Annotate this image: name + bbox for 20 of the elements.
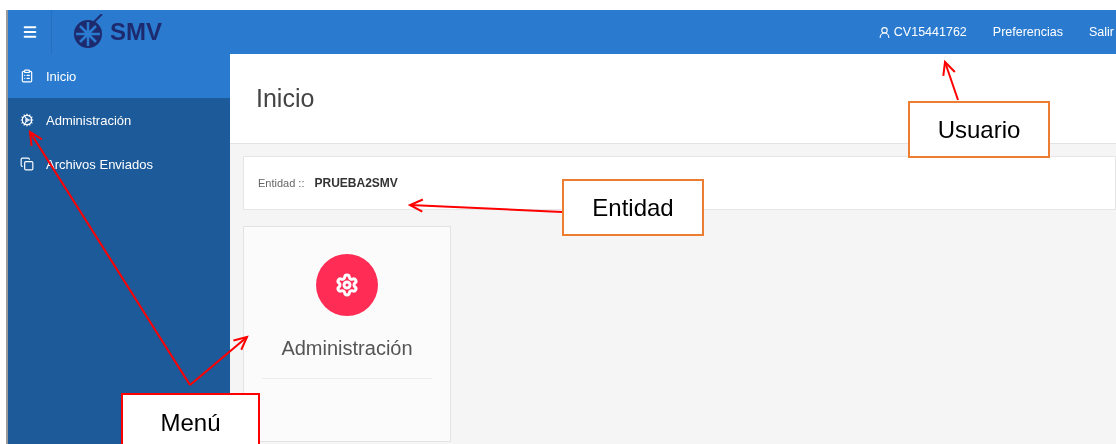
module-tile[interactable]: Administración [243,226,451,442]
arrow [942,59,959,101]
callout-label: Usuario [908,101,1050,158]
clipboard-icon [20,69,34,83]
top-link[interactable]: Preferencias [992,25,1063,39]
callout-label: Menú [121,393,260,444]
page-title: Inicio [256,84,315,113]
top-link[interactable]: Salir [1089,25,1114,39]
callout-label: Entidad [562,179,704,236]
user-icon [877,25,891,39]
sidebar-item[interactable]: Inicio [8,54,230,98]
copy-icon [20,157,34,171]
entity-value: PRUEBA2SMV [314,176,398,190]
menu-icon [21,24,38,40]
sidebar-item[interactable]: Administración [8,98,230,142]
tile-label: Administración [262,337,432,379]
logo-text: SMV [110,18,162,46]
gear-icon [20,113,34,127]
entity-label: Entidad :: [258,177,305,189]
user-link[interactable]: CV15441762 [877,25,967,39]
